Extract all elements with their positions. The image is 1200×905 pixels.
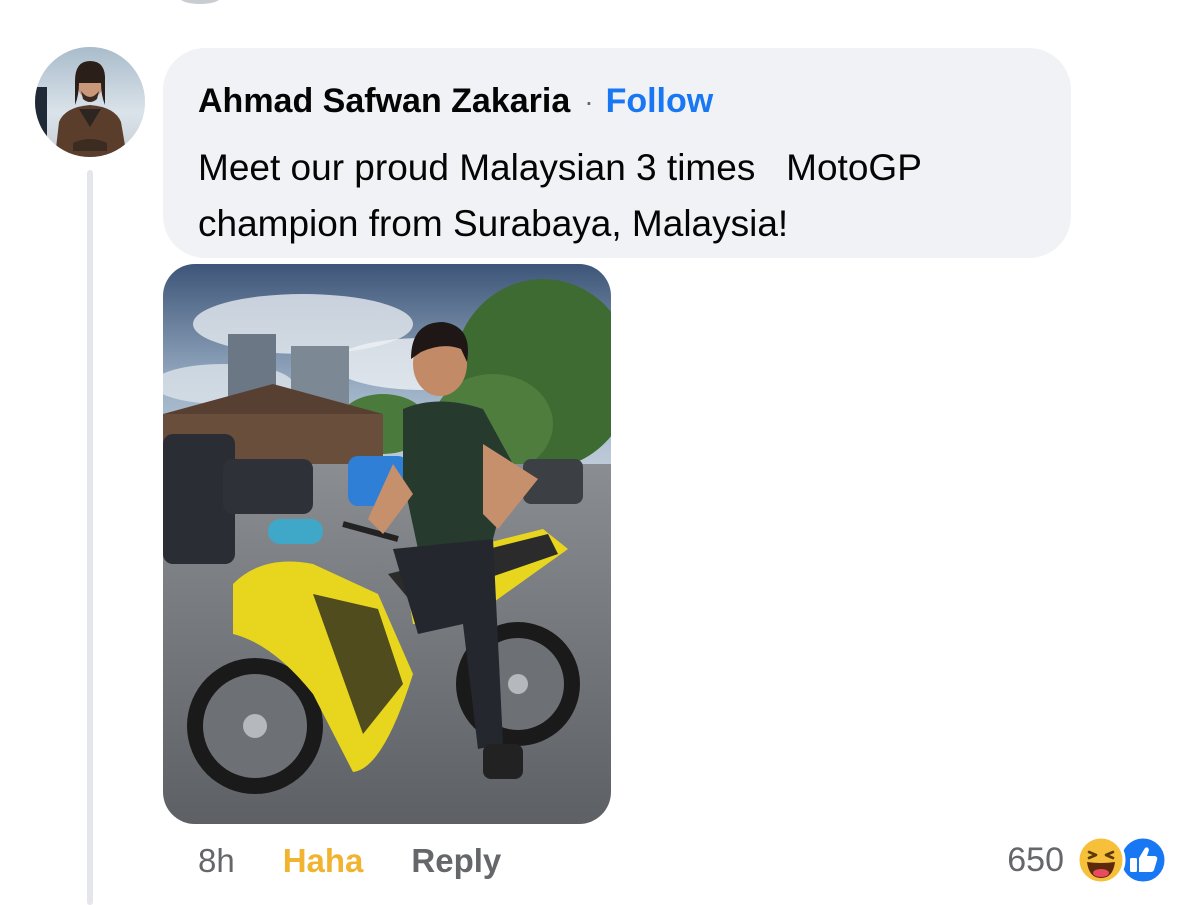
comment-photo[interactable] <box>163 264 611 824</box>
haha-reaction-button[interactable]: Haha <box>283 842 364 880</box>
motorcycle-photo <box>163 264 611 824</box>
follow-button[interactable]: Follow <box>606 82 714 121</box>
comment-actions: 8h Haha Reply <box>198 838 501 884</box>
comment-timestamp[interactable]: 8h <box>198 842 235 880</box>
author-row: Ahmad Safwan Zakaria · Follow <box>198 82 713 121</box>
previous-avatar-edge <box>180 0 220 4</box>
avatar-image <box>35 47 145 157</box>
haha-icon <box>1076 835 1126 885</box>
comment-bubble: Ahmad Safwan Zakaria · Follow Meet our p… <box>163 48 1071 258</box>
author-name[interactable]: Ahmad Safwan Zakaria <box>198 82 570 121</box>
comment-text: Meet our proud Malaysian 3 times MotoGP … <box>198 147 932 244</box>
reply-button[interactable]: Reply <box>411 842 501 880</box>
reaction-count: 650 <box>1007 840 1064 879</box>
reaction-icons <box>1076 835 1168 885</box>
avatar[interactable] <box>35 47 145 157</box>
reaction-summary[interactable]: 650 <box>1007 834 1168 886</box>
separator-dot: · <box>584 85 594 117</box>
thread-line <box>87 170 93 905</box>
